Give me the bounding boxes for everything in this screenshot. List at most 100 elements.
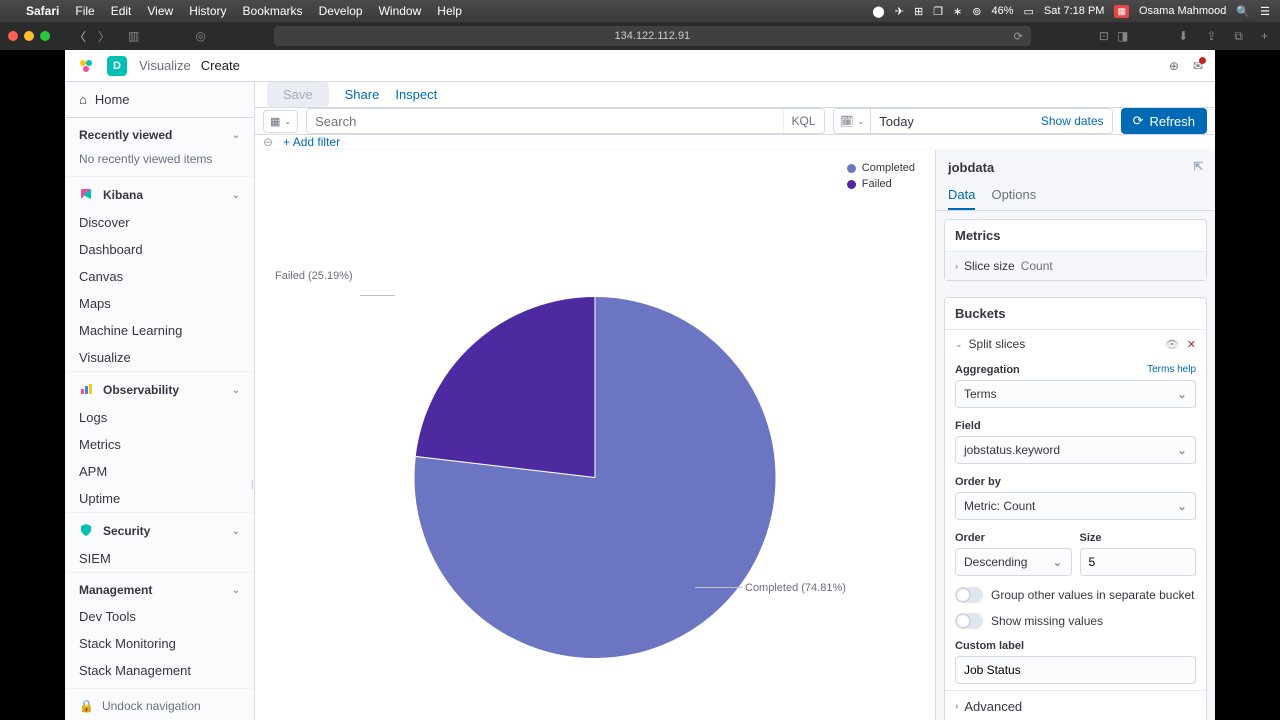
section-recently[interactable]: Recently viewed⌄: [65, 118, 254, 148]
share-icon[interactable]: ⇪: [1202, 27, 1220, 46]
sidebar-item-discover[interactable]: Discover: [65, 209, 254, 236]
filter-icon[interactable]: ⊖: [263, 135, 273, 149]
send-icon[interactable]: ✈: [895, 5, 904, 18]
legend-failed[interactable]: Failed: [847, 178, 915, 190]
security-icon: [79, 523, 95, 539]
window-controls[interactable]: [8, 31, 50, 41]
mac-menu-bookmarks[interactable]: Bookmarks: [243, 4, 303, 18]
search-input[interactable]: [307, 114, 782, 129]
size-input[interactable]: [1080, 548, 1197, 576]
sidebar-item-ml[interactable]: Machine Learning: [65, 317, 254, 344]
kibana-app: D Visualize Create ⊕ ✉ ⌂ Home Recently v…: [65, 50, 1215, 720]
space-badge[interactable]: D: [107, 56, 127, 76]
refresh-button[interactable]: ⟳ Refresh: [1121, 108, 1207, 134]
mac-menu-develop[interactable]: Develop: [319, 4, 363, 18]
sidebar-item-uptime[interactable]: Uptime: [65, 485, 254, 512]
url-bar[interactable]: 134.122.112.91 ⟳: [274, 26, 1031, 46]
menu-icon[interactable]: ☰: [1260, 5, 1270, 18]
grid-icon[interactable]: ⊞: [914, 5, 923, 18]
eye-icon[interactable]: 👁: [1165, 338, 1179, 351]
date-picker[interactable]: 🗓 ⌄ Today Show dates: [833, 108, 1113, 134]
tabs-icon[interactable]: ⧉: [1230, 27, 1247, 46]
reader-icon[interactable]: ⊡: [1099, 29, 1109, 43]
share-link[interactable]: Share: [345, 87, 380, 102]
show-dates-link[interactable]: Show dates: [1033, 114, 1112, 128]
clock[interactable]: Sat 7:18 PM: [1044, 5, 1105, 17]
screen-icon[interactable]: ❐: [933, 5, 943, 18]
sidebar-item-logs[interactable]: Logs: [65, 404, 254, 431]
expand-icon[interactable]: ⇱: [1194, 160, 1203, 175]
sidebar-item-dashboard[interactable]: Dashboard: [65, 236, 254, 263]
close-window[interactable]: [8, 31, 18, 41]
search-box: KQL: [306, 108, 824, 134]
field-select[interactable]: jobstatus.keyword: [955, 436, 1196, 464]
wifi-icon[interactable]: ⊚: [972, 5, 981, 18]
inspect-link[interactable]: Inspect: [395, 87, 437, 102]
kql-toggle[interactable]: KQL: [783, 109, 824, 133]
remove-icon[interactable]: ✕: [1187, 338, 1196, 351]
newsfeed-icon[interactable]: ⊕: [1169, 59, 1179, 73]
section-management[interactable]: Management⌄: [65, 572, 254, 603]
split-slices-row[interactable]: ⌄ Split slices 👁✕: [945, 329, 1206, 358]
mac-menu-file[interactable]: File: [75, 4, 94, 18]
sidebar-item-apm[interactable]: APM: [65, 458, 254, 485]
terms-help-link[interactable]: Terms help: [1147, 364, 1196, 376]
maximize-window[interactable]: [40, 31, 50, 41]
sidebar-item-maps[interactable]: Maps: [65, 290, 254, 317]
tab-options[interactable]: Options: [991, 181, 1036, 210]
reload-icon[interactable]: ⟳: [1014, 30, 1023, 43]
mac-menu-window[interactable]: Window: [379, 4, 422, 18]
aggregation-select[interactable]: Terms: [955, 380, 1196, 408]
sidebar-home[interactable]: ⌂ Home: [65, 82, 254, 118]
mac-menu-history[interactable]: History: [189, 4, 226, 18]
bluetooth-icon[interactable]: ∗: [953, 5, 962, 18]
forward-button[interactable]: 〉: [94, 26, 114, 47]
sidebar-item-stackmon[interactable]: Stack Monitoring: [65, 630, 254, 657]
chart-legend: Completed Failed: [847, 162, 915, 194]
section-kibana[interactable]: Kibana⌄: [65, 176, 254, 209]
kibana-icon: [79, 187, 95, 203]
shield-icon[interactable]: ◎: [195, 29, 205, 43]
undock-nav[interactable]: 🔒 Undock navigation: [65, 688, 254, 720]
sidebar-item-siem[interactable]: SIEM: [65, 545, 254, 572]
pie-chart[interactable]: [413, 295, 777, 662]
elastic-logo-icon[interactable]: [77, 57, 95, 75]
mac-menu-view[interactable]: View: [147, 4, 173, 18]
filter-menu-icon[interactable]: ▦ ⌄: [263, 110, 298, 133]
refresh-icon: ⟳: [1133, 113, 1144, 129]
mac-menu-edit[interactable]: Edit: [111, 4, 132, 18]
sidebar-item-devtools[interactable]: Dev Tools: [65, 603, 254, 630]
observability-icon: [79, 382, 95, 398]
section-security[interactable]: Security⌄: [65, 512, 254, 545]
tab-data[interactable]: Data: [948, 181, 975, 210]
order-select[interactable]: Descending: [955, 548, 1072, 576]
add-filter-link[interactable]: + Add filter: [283, 135, 340, 149]
orderby-select[interactable]: Metric: Count: [955, 492, 1196, 520]
alerts-icon[interactable]: ✉: [1193, 59, 1203, 73]
calendar-icon[interactable]: 🗓 ⌄: [834, 109, 872, 133]
sidebar-item-stackmgmt[interactable]: Stack Management: [65, 657, 254, 684]
new-tab-icon[interactable]: +: [1257, 27, 1272, 46]
mac-app-name[interactable]: Safari: [26, 4, 59, 18]
calendar-icon[interactable]: ▦: [1114, 5, 1129, 18]
user-name[interactable]: Osama Mahmood: [1139, 5, 1226, 17]
sidebar-item-canvas[interactable]: Canvas: [65, 263, 254, 290]
slice-size-row[interactable]: › Slice size Count: [945, 251, 1206, 280]
back-button[interactable]: 〈: [70, 26, 90, 47]
mac-menu-help[interactable]: Help: [437, 4, 462, 18]
spotlight-icon[interactable]: 🔍: [1236, 5, 1250, 18]
legend-completed[interactable]: Completed: [847, 162, 915, 174]
sidebar-toggle-icon[interactable]: ▥: [128, 29, 139, 43]
battery-icon: ▭: [1024, 5, 1034, 18]
save-button[interactable]: Save: [267, 82, 329, 107]
extension-icon[interactable]: ◨: [1117, 29, 1128, 43]
section-observability[interactable]: Observability⌄: [65, 371, 254, 404]
minimize-window[interactable]: [24, 31, 34, 41]
panel-tabs: Data Options: [936, 181, 1215, 211]
pie-label-failed: Failed (25.19%): [275, 270, 353, 282]
breadcrumb-visualize[interactable]: Visualize: [139, 58, 191, 73]
sidebar-item-metrics[interactable]: Metrics: [65, 431, 254, 458]
sidebar-item-visualize[interactable]: Visualize: [65, 344, 254, 371]
record-icon[interactable]: ⬤: [872, 5, 884, 18]
download-icon[interactable]: ⬇: [1174, 27, 1192, 46]
